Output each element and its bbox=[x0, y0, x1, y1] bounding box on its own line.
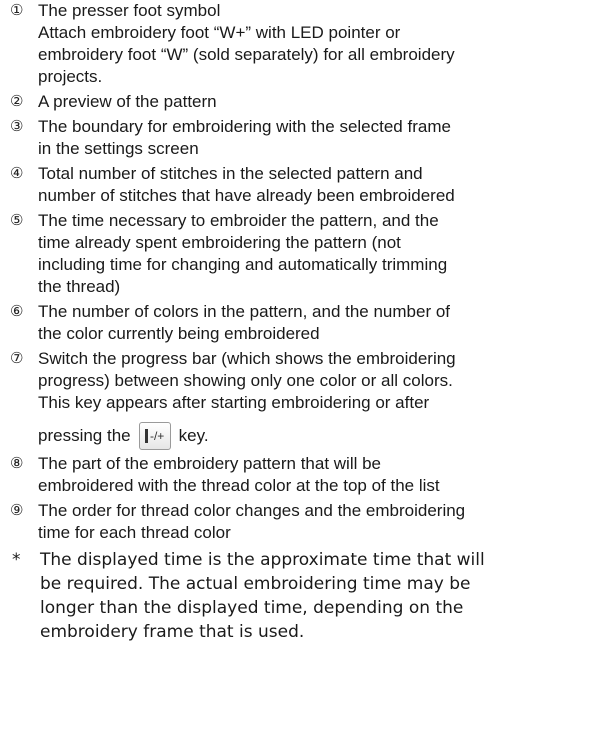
item-line: embroidery foot “W” (sold separately) fo… bbox=[38, 45, 455, 64]
list-item-2: ② A preview of the pattern bbox=[10, 91, 589, 113]
footnote-line: embroidery frame that is used. bbox=[40, 622, 305, 642]
item-text: Total number of stitches in the selected… bbox=[38, 163, 589, 207]
list-item-9: ⑨ The order for thread color changes and… bbox=[10, 500, 589, 544]
item-line: time for each thread color bbox=[38, 523, 231, 542]
list-item-1: ① The presser foot symbol Attach embroid… bbox=[10, 0, 589, 88]
item-text: The time necessary to embroider the patt… bbox=[38, 210, 589, 298]
list-item-7: ⑦ Switch the progress bar (which shows t… bbox=[10, 348, 589, 450]
item-number: ⑧ bbox=[10, 455, 24, 472]
item-number: ⑤ bbox=[10, 212, 24, 229]
item-line: The part of the embroidery pattern that … bbox=[38, 454, 382, 473]
item-line: embroidered with the thread color at the… bbox=[38, 476, 440, 495]
needle-plus-minus-icon: -/+ bbox=[138, 422, 171, 450]
item-text: Switch the progress bar (which shows the… bbox=[38, 348, 589, 450]
item-line: A preview of the pattern bbox=[38, 92, 217, 111]
item-text: A preview of the pattern bbox=[38, 91, 589, 113]
list-item-5: ⑤ The time necessary to embroider the pa… bbox=[10, 210, 589, 298]
list-item-4: ④ Total number of stitches in the select… bbox=[10, 163, 589, 207]
footnote-line: be required. The actual embroidering tim… bbox=[40, 574, 471, 594]
item-number: ⑨ bbox=[10, 502, 24, 519]
item-number: ② bbox=[10, 93, 24, 110]
key-text-before: pressing the bbox=[38, 426, 131, 445]
list-item-6: ⑥ The number of colors in the pattern, a… bbox=[10, 301, 589, 345]
list-item-3: ③ The boundary for embroidering with the… bbox=[10, 116, 589, 160]
item-number: ① bbox=[10, 2, 24, 19]
list-item-8: ⑧ The part of the embroidery pattern tha… bbox=[10, 453, 589, 497]
footnote-line: The displayed time is the approximate ti… bbox=[40, 550, 485, 570]
item-text: The part of the embroidery pattern that … bbox=[38, 453, 589, 497]
item-line: Switch the progress bar (which shows the… bbox=[38, 349, 456, 368]
needle-glyph bbox=[144, 429, 148, 443]
item-line: This key appears after starting embroide… bbox=[38, 393, 430, 412]
footnote-line: longer than the displayed time, dependin… bbox=[40, 598, 464, 618]
item-line: The time necessary to embroider the patt… bbox=[38, 211, 439, 230]
item-number: ④ bbox=[10, 165, 24, 182]
item-line: The order for thread color changes and t… bbox=[38, 501, 466, 520]
footnote-text: The displayed time is the approximate ti… bbox=[40, 548, 589, 644]
item-line: progress) between showing only one color… bbox=[38, 371, 453, 390]
item-text: The presser foot symbol Attach embroider… bbox=[38, 0, 589, 88]
item-line: The presser foot symbol bbox=[38, 1, 221, 20]
item-line: The number of colors in the pattern, and… bbox=[38, 302, 451, 321]
footnote: * The displayed time is the approximate … bbox=[10, 548, 589, 644]
key-instruction-line: pressing the -/+ key. bbox=[38, 422, 589, 450]
footnote-marker: * bbox=[12, 550, 21, 570]
item-text: The order for thread color changes and t… bbox=[38, 500, 589, 544]
item-line: including time for changing and automati… bbox=[38, 255, 448, 274]
key-text-after: key. bbox=[178, 426, 209, 445]
document: ① The presser foot symbol Attach embroid… bbox=[0, 0, 601, 644]
item-line: projects. bbox=[38, 67, 103, 86]
item-number: ⑦ bbox=[10, 350, 24, 367]
item-line: number of stitches that have already bee… bbox=[38, 186, 455, 205]
item-line: The boundary for embroidering with the s… bbox=[38, 117, 451, 136]
item-line: the color currently being embroidered bbox=[38, 324, 320, 343]
item-number: ③ bbox=[10, 118, 24, 135]
item-number: ⑥ bbox=[10, 303, 24, 320]
item-line: the thread) bbox=[38, 277, 121, 296]
item-line: in the settings screen bbox=[38, 139, 199, 158]
item-line: Attach embroidery foot “W+” with LED poi… bbox=[38, 23, 401, 42]
item-line: Total number of stitches in the selected… bbox=[38, 164, 423, 183]
item-text: The number of colors in the pattern, and… bbox=[38, 301, 589, 345]
item-line: time already spent embroidering the patt… bbox=[38, 233, 401, 252]
item-text: The boundary for embroidering with the s… bbox=[38, 116, 589, 160]
key-label: -/+ bbox=[149, 429, 165, 443]
